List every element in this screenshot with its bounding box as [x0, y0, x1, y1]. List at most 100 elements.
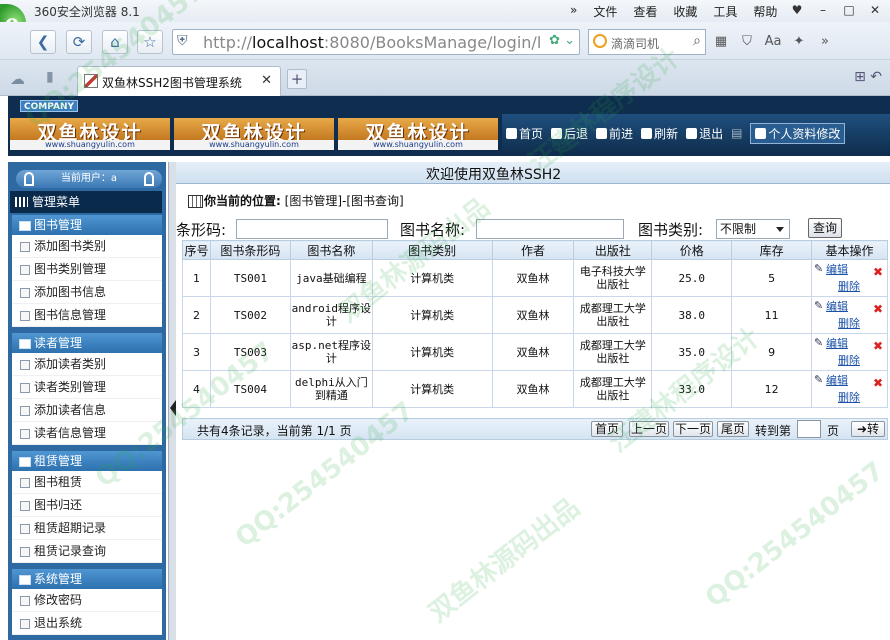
delete-link[interactable]: 删除 — [838, 391, 887, 404]
book-type-select[interactable]: 不限制 — [716, 219, 790, 239]
close-window-button[interactable]: ✕ — [864, 2, 886, 18]
translate-icon[interactable]: Aa — [764, 34, 782, 49]
sidebar-item-change-password[interactable]: 修改密码 — [12, 589, 162, 612]
cell-author: 双鱼林 — [491, 333, 575, 371]
forward-icon — [596, 127, 608, 139]
cell-author: 双鱼林 — [491, 259, 575, 297]
barcode-input[interactable] — [236, 219, 388, 239]
query-button[interactable]: 查询 — [808, 218, 842, 238]
security-icon[interactable]: ⛉ — [738, 34, 756, 49]
welcome-bar: 欢迎使用双鱼林SSH2 — [176, 162, 890, 184]
nav-refresh[interactable]: 刷新 — [641, 125, 678, 142]
delete-x-icon[interactable]: ✖ — [873, 266, 883, 279]
delete-x-icon[interactable]: ✖ — [873, 303, 883, 316]
cell-stock: 12 — [731, 370, 813, 408]
group-rental: 租赁管理 图书租赁 图书归还 租赁超期记录 租赁记录查询 — [12, 451, 162, 563]
new-tab-button[interactable]: + — [287, 69, 307, 89]
sidebar-item-overdue[interactable]: 租赁超期记录 — [12, 517, 162, 540]
nav-back[interactable]: 后退 — [551, 125, 588, 142]
page-number-input[interactable] — [797, 420, 821, 438]
last-page-button[interactable]: 尾页 — [717, 421, 749, 437]
cell-barcode: TS002 — [209, 296, 291, 334]
sidebar-item-add-reader-type[interactable]: 添加读者类别 — [12, 353, 162, 376]
sidebar-item-rent-book[interactable]: 图书租赁 — [12, 471, 162, 494]
col-type: 图书类别 — [371, 240, 493, 260]
group-head[interactable]: 系统管理 — [12, 569, 162, 589]
menu-tools[interactable]: 工具 — [713, 3, 737, 20]
menu-file[interactable]: 文件 — [593, 3, 617, 20]
skin-icon[interactable]: ♥ — [786, 2, 808, 18]
favorite-star-icon[interactable]: ☆ — [137, 30, 163, 54]
nav-separator-icon: ▤ — [731, 126, 743, 140]
prev-page-button[interactable]: 上一页 — [629, 421, 669, 437]
main-content: 欢迎使用双鱼林SSH2 你当前的位置: [图书管理]-[图书查询] 条形码: 图… — [176, 162, 890, 640]
apps-icon[interactable]: ▦ — [712, 34, 730, 49]
table-row: 2 TS002 android程序设计 计算机类 双鱼林 成都理工大学出版社 3… — [182, 296, 888, 334]
pagination: 共有4条记录，当前第 1/1 页 首页 上一页 下一页 尾页 转到第 页 ➜转 — [182, 418, 888, 440]
tab-close-icon[interactable]: ✕ — [261, 73, 272, 88]
cell-price: 38.0 — [651, 296, 733, 334]
sidebar-item-book-type-manage[interactable]: 图书类别管理 — [12, 258, 162, 281]
group-head[interactable]: 图书管理 — [12, 215, 162, 235]
sidebar-item-add-book-type[interactable]: 添加图书类别 — [12, 235, 162, 258]
delete-link[interactable]: 删除 — [838, 317, 887, 330]
banner-logo-2: 双鱼林设计 www.shuangyulin.com — [174, 118, 334, 150]
nav-forward[interactable]: 前进 — [596, 125, 633, 142]
refresh-button[interactable]: ⟳ — [66, 30, 92, 54]
book-name-input[interactable] — [476, 219, 624, 239]
back-button[interactable]: ❮ — [30, 30, 56, 54]
delete-link[interactable]: 删除 — [838, 280, 887, 293]
group-head[interactable]: 租赁管理 — [12, 451, 162, 471]
home-button[interactable]: ⌂ — [102, 30, 128, 54]
sidebar-item-return-book[interactable]: 图书归还 — [12, 494, 162, 517]
cloud-icon[interactable]: ☁ — [10, 70, 25, 88]
more-tools-icon[interactable]: » — [816, 34, 834, 49]
browser-title: 360安全浏览器 8.1 — [34, 5, 140, 19]
menu-more[interactable]: » — [570, 3, 577, 20]
sidebar-item-add-book[interactable]: 添加图书信息 — [12, 281, 162, 304]
goto-button[interactable]: ➜转 — [851, 421, 885, 437]
search-box[interactable]: 滴滴司机 ⌕ — [588, 29, 706, 55]
delete-link[interactable]: 删除 — [838, 354, 887, 367]
first-page-button[interactable]: 首页 — [591, 421, 623, 437]
next-page-button[interactable]: 下一页 — [673, 421, 713, 437]
tab-restore-icon[interactable]: ⊞ ↶ — [854, 69, 882, 85]
menu-favorites[interactable]: 收藏 — [673, 3, 697, 20]
sidebar-item-logout[interactable]: 退出系统 — [12, 612, 162, 635]
extension-icon[interactable]: ✦ — [790, 34, 808, 49]
sidebar-item-reader-type-manage[interactable]: 读者类别管理 — [12, 376, 162, 399]
sidebar-item-book-manage[interactable]: 图书信息管理 — [12, 304, 162, 327]
nav-logout[interactable]: 退出 — [686, 125, 723, 142]
search-input[interactable]: 滴滴司机 — [611, 35, 659, 52]
company-label: COMPANY — [20, 100, 78, 112]
nav-profile[interactable]: 个人资料修改 — [750, 122, 846, 144]
menu-help[interactable]: 帮助 — [753, 3, 777, 20]
delete-x-icon[interactable]: ✖ — [873, 340, 883, 353]
col-no: 序号 — [182, 240, 211, 260]
tab-list-icon[interactable]: ▮ — [46, 69, 54, 85]
pin-icon — [144, 172, 154, 186]
minimize-button[interactable]: – — [812, 2, 834, 18]
search-filters: 条形码: 图书名称: 图书类别: 不限制 查询 — [176, 217, 890, 241]
nav-home[interactable]: 首页 — [506, 125, 543, 142]
delete-x-icon[interactable]: ✖ — [873, 377, 883, 390]
cell-name: java基础编程 — [289, 259, 373, 297]
sidebar-splitter[interactable] — [168, 162, 176, 640]
menu-view[interactable]: 查看 — [633, 3, 657, 20]
sidebar-item-add-reader[interactable]: 添加读者信息 — [12, 399, 162, 422]
col-price: 价格 — [651, 240, 733, 260]
group-head[interactable]: 读者管理 — [12, 333, 162, 353]
tab-active[interactable]: 双鱼林SSH2图书管理系统 ✕ — [77, 66, 281, 96]
cell-type: 计算机类 — [371, 370, 493, 408]
address-url[interactable]: http://localhost:8080/BooksManage/login/… — [203, 33, 541, 52]
sidebar-item-rental-records[interactable]: 租赁记录查询 — [12, 540, 162, 563]
address-actions-icon[interactable]: ✿ ⌄ — [549, 33, 575, 48]
address-bar[interactable]: ⛨ http://localhost:8080/BooksManage/logi… — [172, 29, 580, 55]
power-icon — [686, 127, 698, 139]
book-name-label: 图书名称: — [400, 221, 466, 239]
maximize-button[interactable]: □ — [838, 2, 860, 18]
col-ops: 基本操作 — [811, 240, 888, 260]
search-icon[interactable]: ⌕ — [693, 33, 701, 49]
sidebar-item-reader-manage[interactable]: 读者信息管理 — [12, 422, 162, 445]
browser-tabbar: ☁ ▮ 双鱼林SSH2图书管理系统 ✕ + ⊞ ↶ — [0, 60, 890, 96]
